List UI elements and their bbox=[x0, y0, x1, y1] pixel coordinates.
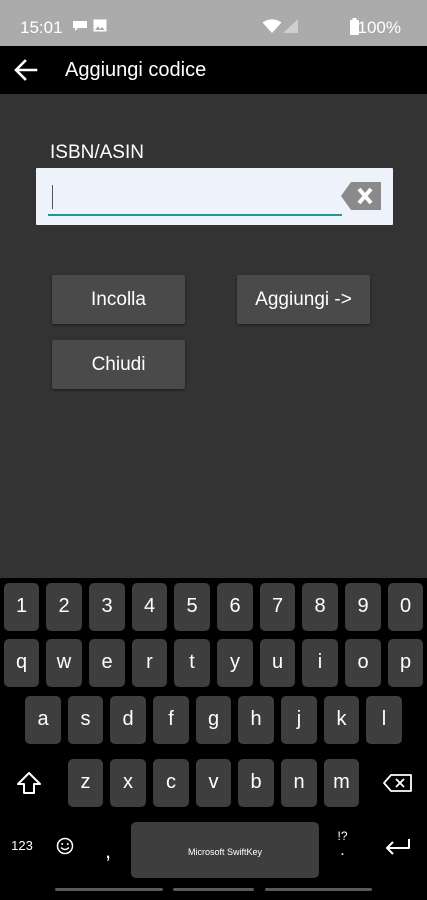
key-n[interactable]: n bbox=[281, 759, 317, 807]
key-7[interactable]: 7 bbox=[260, 583, 295, 631]
emoji-icon bbox=[56, 837, 74, 855]
key-o[interactable]: o bbox=[345, 639, 381, 687]
key-a[interactable]: a bbox=[25, 696, 61, 744]
key-s[interactable]: s bbox=[68, 696, 103, 744]
isbn-input[interactable] bbox=[48, 176, 342, 216]
key-0[interactable]: 0 bbox=[388, 583, 423, 631]
key-3[interactable]: 3 bbox=[89, 583, 125, 631]
message-icon bbox=[73, 21, 87, 31]
nav-back-hint bbox=[265, 888, 372, 891]
nav-recents-hint bbox=[55, 888, 163, 891]
shift-key[interactable] bbox=[4, 759, 54, 807]
nav-home-hint bbox=[173, 888, 254, 891]
key-e[interactable]: e bbox=[89, 639, 125, 687]
backspace-icon bbox=[382, 774, 412, 792]
battery-text: 100% bbox=[357, 18, 401, 37]
close-button[interactable]: Chiudi bbox=[52, 340, 185, 389]
punct-top-label: !? bbox=[337, 829, 348, 843]
page-title: Aggiungi codice bbox=[65, 59, 207, 81]
isbn-input-container bbox=[36, 168, 393, 225]
key-z[interactable]: z bbox=[68, 759, 103, 807]
key-y[interactable]: y bbox=[217, 639, 253, 687]
isbn-label: ISBN/ASIN bbox=[50, 142, 144, 163]
key-8[interactable]: 8 bbox=[302, 583, 338, 631]
key-9[interactable]: 9 bbox=[345, 583, 381, 631]
key-c[interactable]: c bbox=[153, 759, 189, 807]
key-5[interactable]: 5 bbox=[174, 583, 210, 631]
key-w[interactable]: w bbox=[46, 639, 82, 687]
symbols-key[interactable]: 123 bbox=[4, 823, 40, 871]
enter-icon bbox=[385, 839, 410, 855]
enter-key[interactable] bbox=[372, 823, 423, 871]
key-u[interactable]: u bbox=[260, 639, 295, 687]
key-r[interactable]: r bbox=[132, 639, 167, 687]
paste-button[interactable]: Incolla bbox=[52, 275, 185, 324]
image-icon bbox=[93, 19, 107, 32]
backspace-key[interactable] bbox=[372, 759, 423, 807]
key-p[interactable]: p bbox=[388, 639, 423, 687]
key-h[interactable]: h bbox=[238, 696, 274, 744]
key-t[interactable]: t bbox=[174, 639, 210, 687]
text-caret bbox=[52, 185, 53, 209]
punct-bottom-label: . bbox=[340, 842, 345, 859]
emoji-key[interactable] bbox=[46, 823, 84, 871]
add-button[interactable]: Aggiungi -> bbox=[237, 275, 370, 324]
signal-icon bbox=[283, 19, 298, 33]
arrow-left-icon[interactable] bbox=[12, 58, 40, 82]
key-2[interactable]: 2 bbox=[46, 583, 82, 631]
status-time: 15:01 bbox=[20, 18, 63, 37]
key-i[interactable]: i bbox=[302, 639, 338, 687]
key-j[interactable]: j bbox=[281, 696, 317, 744]
shift-icon bbox=[17, 772, 41, 794]
wifi-icon bbox=[262, 19, 282, 33]
key-b[interactable]: b bbox=[238, 759, 274, 807]
key-q[interactable]: q bbox=[4, 639, 39, 687]
key-v[interactable]: v bbox=[196, 759, 231, 807]
battery-icon bbox=[350, 18, 359, 35]
key-1[interactable]: 1 bbox=[4, 583, 39, 631]
key-4[interactable]: 4 bbox=[132, 583, 167, 631]
key-f[interactable]: f bbox=[153, 696, 189, 744]
status-bar: 15:01 100% bbox=[0, 0, 427, 46]
backspace-clear-icon[interactable] bbox=[341, 182, 381, 210]
key-6[interactable]: 6 bbox=[217, 583, 253, 631]
key-k[interactable]: k bbox=[324, 696, 359, 744]
key-d[interactable]: d bbox=[110, 696, 146, 744]
keyboard: 1 2 3 4 5 6 7 8 9 0 q w e r t y u i o p … bbox=[0, 578, 427, 900]
punctuation-key[interactable]: !? . bbox=[324, 823, 361, 871]
space-key[interactable]: Microsoft SwiftKey bbox=[131, 822, 319, 878]
key-g[interactable]: g bbox=[196, 696, 231, 744]
key-m[interactable]: m bbox=[324, 759, 359, 807]
app-bar: Aggiungi codice bbox=[0, 46, 427, 94]
comma-key[interactable]: , bbox=[90, 823, 126, 871]
key-x[interactable]: x bbox=[110, 759, 146, 807]
key-l[interactable]: l bbox=[366, 696, 402, 744]
